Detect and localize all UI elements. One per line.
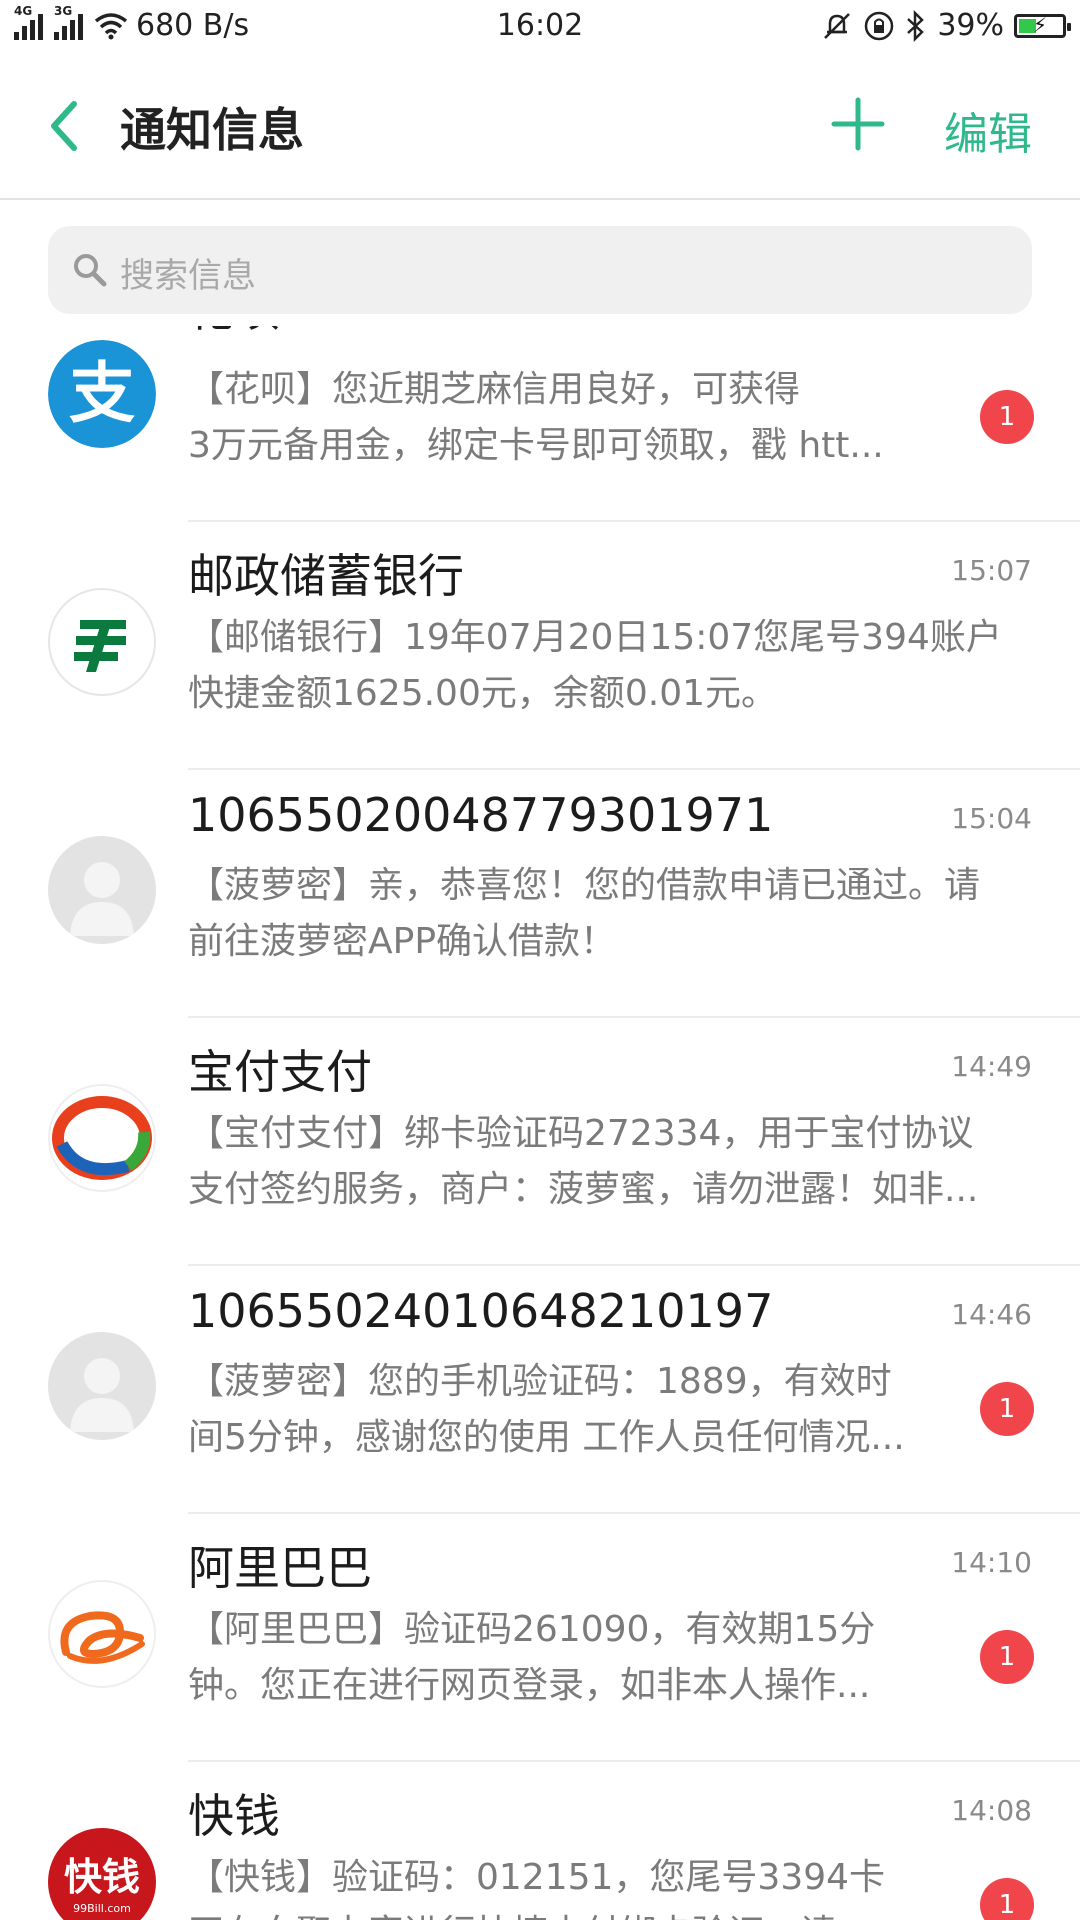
unread-badge: 1	[980, 390, 1034, 444]
message-preview: 【邮储银行】19年07月20日15:07您尾号394账户 快捷金额1625.00…	[188, 617, 1002, 714]
top-app-bar: 通知信息 编辑	[0, 56, 1080, 200]
message-time: 15:04	[951, 802, 1032, 835]
battery-icon: ⚡	[1014, 13, 1071, 38]
kuaiqian-logo-subtext: 99Bill.com	[73, 1902, 131, 1915]
search-icon	[74, 254, 107, 287]
baofu-icon	[48, 1084, 156, 1192]
edit-button[interactable]: 编辑	[944, 98, 1032, 162]
kuaiqian-logo-text: 快钱	[64, 1855, 140, 1899]
message-row[interactable]: 10655020048779301971 15:04 【菠萝密】亲，恭喜您！您的…	[0, 770, 1080, 1018]
sender-name: 快钱	[188, 1789, 280, 1843]
sender-name: 阿里巴巴	[188, 1541, 372, 1595]
message-preview: 【快钱】验证码：012151，您尾号3394卡 正在向聚力富进行快捷支付绑卡验证…	[188, 1857, 886, 1920]
svg-text:支: 支	[69, 355, 135, 432]
message-row[interactable]: 支 花呗 【花呗】您近期芝麻信用良好，可获得 3万元备用金，绑定卡号即可领取，戳…	[0, 326, 1080, 522]
message-row[interactable]: 宝付支付 14:49 【宝付支付】绑卡验证码272334，用于宝付协议 支付签约…	[0, 1018, 1080, 1266]
unread-badge: 1	[980, 1878, 1034, 1920]
postal-bank-icon	[48, 588, 156, 696]
alipay-icon: 支	[48, 340, 156, 448]
message-preview: 【菠萝密】亲，恭喜您！您的借款申请已通过。请 前往菠萝密APP确认借款！	[188, 865, 981, 962]
default-contact-icon	[48, 1332, 156, 1440]
search-input[interactable]: 搜索信息	[48, 226, 1032, 314]
sender-name: 邮政储蓄银行	[188, 549, 464, 603]
sender-name: 10655020048779301971	[188, 788, 774, 842]
rotation-lock-icon	[865, 11, 894, 40]
silent-mode-icon	[824, 12, 851, 39]
message-row[interactable]: 阿里巴巴 14:10 【阿里巴巴】验证码261090，有效期15分 钟。您正在进…	[0, 1514, 1080, 1762]
sender-name: 花呗	[188, 326, 280, 340]
bluetooth-icon	[907, 9, 925, 42]
message-row[interactable]: 快钱 99Bill.com 快钱 14:08 【快钱】验证码：012151，您尾…	[0, 1762, 1080, 1920]
message-preview: 【菠萝密】您的手机验证码：1889，有效时 间5分钟，感谢您的使用 工作人员任何…	[188, 1361, 905, 1458]
message-preview: 【花呗】您近期芝麻信用良好，可获得 3万元备用金，绑定卡号即可领取，戳 htt.…	[188, 369, 884, 466]
message-row[interactable]: 邮政储蓄银行 15:07 【邮储银行】19年07月20日15:07您尾号394账…	[0, 522, 1080, 770]
message-time: 14:49	[951, 1050, 1032, 1083]
unread-badge: 1	[980, 1382, 1034, 1436]
message-time: 15:07	[951, 554, 1032, 587]
battery-percent: 39%	[937, 8, 1004, 43]
message-time: 14:46	[951, 1298, 1032, 1331]
default-contact-icon	[48, 836, 156, 944]
message-list[interactable]: 支 花呗 【花呗】您近期芝麻信用良好，可获得 3万元备用金，绑定卡号即可领取，戳…	[0, 326, 1080, 1920]
alibaba-icon	[48, 1580, 156, 1688]
sender-name: 宝付支付	[188, 1045, 372, 1099]
message-time: 14:08	[951, 1794, 1032, 1827]
kuaiqian-icon: 快钱 99Bill.com	[48, 1828, 156, 1920]
add-icon[interactable]	[830, 96, 886, 152]
message-time: 14:10	[951, 1546, 1032, 1579]
unread-badge: 1	[980, 1630, 1034, 1684]
clock: 16:02	[496, 8, 584, 43]
page-title: 通知信息	[120, 103, 304, 157]
sender-name: 10655024010648210197	[188, 1284, 774, 1338]
message-row[interactable]: 10655024010648210197 14:46 【菠萝密】您的手机验证码：…	[0, 1266, 1080, 1514]
message-preview: 【宝付支付】绑卡验证码272334，用于宝付协议 支付签约服务，商户：菠萝蜜，请…	[188, 1113, 979, 1210]
search-placeholder: 搜索信息	[120, 256, 256, 296]
back-arrow-icon[interactable]	[44, 96, 84, 156]
status-bar: 4G 3G 680 B/s 16:02 39% ⚡	[0, 0, 1080, 56]
message-preview: 【阿里巴巴】验证码261090，有效期15分 钟。您正在进行网页登录，如非本人操…	[188, 1609, 876, 1706]
